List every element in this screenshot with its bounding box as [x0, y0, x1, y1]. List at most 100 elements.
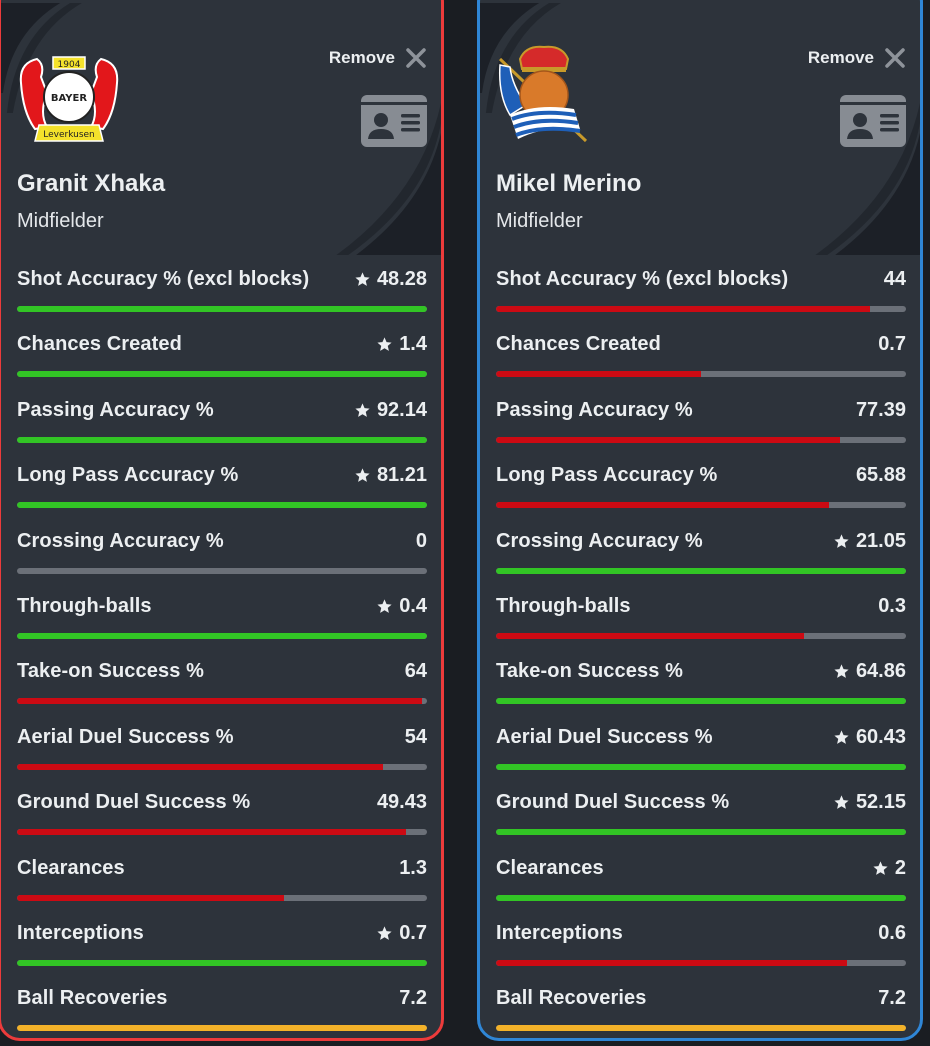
- player-name: Mikel Merino: [496, 170, 642, 197]
- svg-text:Leverkusen: Leverkusen: [43, 130, 95, 140]
- player-profile-card-icon[interactable]: [361, 95, 427, 147]
- stat-value-text: 77.39: [855, 398, 906, 421]
- stat-item: Take-on Success % 64.86: [496, 647, 906, 712]
- stat-item: Passing Accuracy % 77.39: [496, 386, 906, 451]
- stat-comparison-bar: [17, 306, 427, 312]
- stat-item: Crossing Accuracy % 21.05: [496, 517, 906, 582]
- stat-label: Take-on Success %: [496, 660, 683, 683]
- stat-comparison-bar: [496, 436, 906, 443]
- stat-value: 21.05: [833, 530, 906, 553]
- stat-value: 0.6: [878, 922, 906, 945]
- stat-row: Long Pass Accuracy % 81.21: [17, 451, 427, 487]
- stat-value-text: 64: [404, 660, 427, 683]
- stat-bar-fill: [496, 502, 829, 509]
- stat-comparison-bar: [496, 567, 906, 574]
- stat-value-text: 44: [883, 268, 906, 290]
- stat-row: Ground Duel Success % 52.15: [496, 778, 906, 814]
- stat-comparison-bar: [496, 632, 906, 639]
- close-icon: [406, 48, 426, 68]
- stat-row: Long Pass Accuracy % 65.88: [496, 451, 906, 487]
- remove-label: Remove: [328, 48, 395, 67]
- player-card-left: 1904 BAYER Leverkusen Remove Granit Xhak…: [0, 0, 444, 1041]
- stat-bar-fill: [17, 894, 284, 901]
- close-icon: [885, 48, 905, 68]
- star-icon: [834, 533, 849, 548]
- stat-value: 60.43: [833, 726, 906, 749]
- player-position: Midfielder: [17, 210, 104, 232]
- stat-comparison-bar: [496, 502, 906, 509]
- player-card-header: 1904 BAYER Leverkusen Remove Granit Xhak…: [1, 3, 441, 255]
- stat-row: Chances Created 0.7: [496, 320, 906, 356]
- stat-comparison-bar: [17, 371, 427, 378]
- stat-comparison-bar: [496, 763, 906, 770]
- player-name: Granit Xhaka: [17, 170, 166, 197]
- star-icon: [355, 272, 370, 286]
- stat-label: Through-balls: [17, 594, 152, 617]
- stat-label: Shot Accuracy % (excl blocks): [496, 268, 789, 290]
- stat-value-text: 52.15: [855, 791, 906, 814]
- stat-row: Ball Recoveries 7.2: [17, 974, 427, 1010]
- stat-label: Long Pass Accuracy %: [17, 464, 239, 487]
- stat-value-text: 48.28: [376, 268, 427, 290]
- stat-value-text: 0.7: [399, 921, 427, 944]
- stat-value: 44: [884, 268, 906, 291]
- stat-value-text: 64.86: [855, 660, 906, 683]
- stat-value: 0.7: [376, 922, 427, 945]
- remove-player-button[interactable]: Remove: [329, 47, 427, 69]
- stat-row: Through-balls 0.3: [496, 582, 906, 618]
- stats-list: Shot Accuracy % (excl blocks) 48.28 Chance…: [1, 255, 441, 1038]
- stats-list: Shot Accuracy % (excl blocks) 44 Chances C…: [480, 255, 920, 1038]
- stat-label: Chances Created: [496, 333, 661, 356]
- stat-row: Crossing Accuracy % 21.05: [496, 517, 906, 553]
- stat-value: 64.86: [833, 660, 906, 683]
- stat-value-text: 7.2: [399, 987, 427, 1010]
- stat-value-text: 1.4: [399, 333, 427, 356]
- stat-bar-fill: [496, 959, 848, 966]
- stat-item: Long Pass Accuracy % 81.21: [17, 451, 427, 516]
- remove-player-button[interactable]: Remove: [808, 47, 906, 69]
- star-icon: [377, 926, 392, 940]
- stat-value-text: 1.3: [399, 856, 427, 879]
- stat-value: 54: [405, 726, 427, 749]
- stat-comparison-bar: [496, 829, 906, 836]
- stat-comparison-bar: [17, 829, 427, 836]
- stat-comparison-bar: [496, 306, 906, 312]
- stat-item: Clearances 1.3: [17, 844, 427, 909]
- stat-label: Ground Duel Success %: [17, 791, 251, 814]
- stat-row: Shot Accuracy % (excl blocks) 44: [496, 255, 906, 291]
- stat-row: Ground Duel Success % 49.43: [17, 778, 427, 814]
- stat-item: Interceptions 0.7: [17, 909, 427, 974]
- stat-comparison-bar: [17, 436, 427, 443]
- stat-bar-fill: [496, 698, 906, 705]
- stat-label: Shot Accuracy % (excl blocks): [17, 268, 310, 290]
- stat-bar-fill: [496, 763, 906, 770]
- player-card-right: Remove Mikel Merino Midfielder Shot Accu…: [477, 0, 923, 1041]
- stat-label: Ball Recoveries: [496, 987, 647, 1010]
- stat-label: Interceptions: [17, 921, 144, 944]
- stat-value: 81.21: [354, 464, 427, 487]
- stat-label: Aerial Duel Success %: [17, 725, 234, 748]
- svg-text:1904: 1904: [58, 60, 81, 70]
- stat-value: 77.39: [856, 399, 906, 422]
- stat-comparison-bar: [17, 502, 427, 509]
- stat-comparison-bar: [496, 1025, 906, 1032]
- stat-row: Chances Created 1.4: [17, 320, 427, 356]
- stat-value: 7.2: [399, 987, 427, 1010]
- star-icon: [377, 337, 392, 352]
- stat-item: Chances Created 0.7: [496, 320, 906, 385]
- stat-row: Crossing Accuracy % 0: [17, 517, 427, 553]
- stat-value-text: 2: [894, 856, 906, 879]
- stat-item: Aerial Duel Success % 60.43: [496, 713, 906, 778]
- stat-value: 1.3: [399, 857, 427, 880]
- star-icon: [834, 795, 849, 809]
- stat-row: Aerial Duel Success % 60.43: [496, 713, 906, 749]
- stat-value-text: 60.43: [855, 725, 906, 748]
- stat-row: Take-on Success % 64: [17, 647, 427, 683]
- stat-bar-fill: [496, 1025, 906, 1032]
- stat-item: Clearances 2: [496, 844, 906, 909]
- stat-value: 0.7: [878, 333, 906, 356]
- stat-comparison-bar: [17, 632, 427, 639]
- stat-bar-fill: [496, 829, 906, 836]
- stat-item: Interceptions 0.6: [496, 909, 906, 974]
- player-profile-card-icon[interactable]: [840, 95, 906, 147]
